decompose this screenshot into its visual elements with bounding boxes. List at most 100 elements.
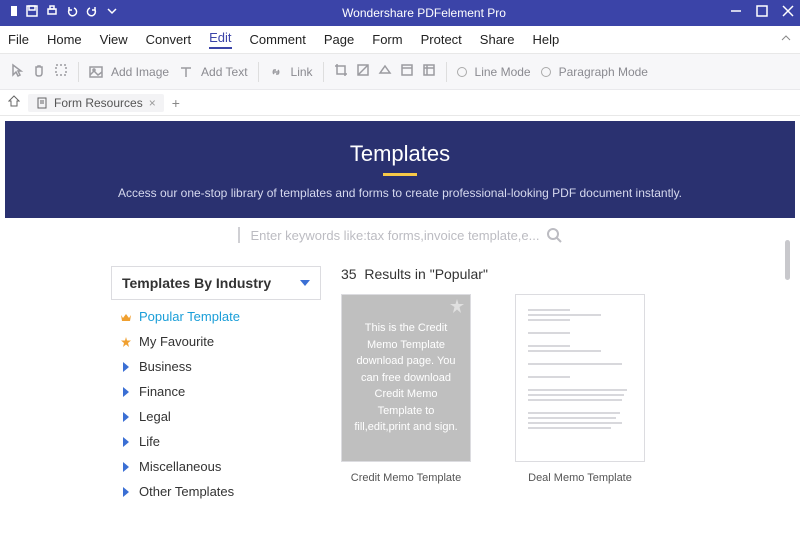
- results-label: Results in "Popular": [364, 266, 488, 282]
- menu-share[interactable]: Share: [480, 32, 515, 47]
- sidebar: Templates By Industry Popular Template M…: [111, 266, 321, 542]
- sidebar-item-label: Other Templates: [139, 484, 234, 499]
- sidebar-item-favourite[interactable]: My Favourite: [111, 329, 321, 354]
- menu-page[interactable]: Page: [324, 32, 354, 47]
- results-panel: 35 Results in "Popular" This is the Cred…: [341, 266, 789, 542]
- search-placeholder: Enter keywords like:tax forms,invoice te…: [250, 228, 539, 243]
- searchbar: Enter keywords like:tax forms,invoice te…: [5, 218, 795, 252]
- titlebar-more-icon[interactable]: [106, 4, 118, 22]
- new-tab-icon[interactable]: +: [172, 95, 180, 111]
- content: Templates By Industry Popular Template M…: [5, 252, 795, 542]
- caret-right-icon: [121, 487, 131, 497]
- link-label: Link: [291, 65, 313, 79]
- menu-edit[interactable]: Edit: [209, 30, 231, 49]
- sidebar-header[interactable]: Templates By Industry: [111, 266, 321, 300]
- sidebar-item-label: Legal: [139, 409, 171, 424]
- window-title: Wondershare PDFelement Pro: [118, 6, 730, 20]
- search-input[interactable]: Enter keywords like:tax forms,invoice te…: [238, 227, 561, 243]
- pointer-icon[interactable]: [10, 63, 24, 80]
- undo-icon[interactable]: [66, 4, 78, 22]
- menu-convert[interactable]: Convert: [146, 32, 192, 47]
- favourite-star-icon[interactable]: [450, 299, 464, 313]
- add-text-label: Add Text: [201, 65, 247, 79]
- caret-right-icon: [121, 387, 131, 397]
- redo-icon[interactable]: [86, 4, 98, 22]
- sidebar-item-label: Life: [139, 434, 160, 449]
- header-footer-icon[interactable]: [400, 63, 414, 80]
- bates-icon[interactable]: [422, 63, 436, 80]
- category-list: Popular Template My Favourite Business F…: [111, 304, 321, 504]
- home-tab-icon[interactable]: [8, 95, 20, 110]
- paragraph-mode-radio[interactable]: Paragraph Mode: [541, 65, 648, 79]
- close-button[interactable]: [782, 4, 794, 22]
- caret-right-icon: [121, 412, 131, 422]
- template-caption: Credit Memo Template: [341, 472, 471, 484]
- app-icon: [6, 4, 18, 22]
- search-icon: [546, 227, 562, 243]
- watermark-icon[interactable]: [356, 63, 370, 80]
- add-image-button[interactable]: Add Image: [89, 65, 169, 79]
- hero-banner: Templates Access our one-stop library of…: [5, 121, 795, 218]
- sidebar-item-life[interactable]: Life: [111, 429, 321, 454]
- sidebar-header-label: Templates By Industry: [122, 275, 271, 291]
- template-thumbnail: This is the Credit Memo Template downloa…: [341, 294, 471, 462]
- sidebar-item-finance[interactable]: Finance: [111, 379, 321, 404]
- maximize-button[interactable]: [756, 4, 768, 22]
- hero-title: Templates: [15, 141, 785, 167]
- toolbar: Add Image Add Text Link Line Mode Paragr…: [0, 54, 800, 90]
- link-button[interactable]: Link: [269, 65, 313, 79]
- template-card[interactable]: This is the Credit Memo Template downloa…: [341, 294, 471, 484]
- hand-icon[interactable]: [32, 63, 46, 80]
- menu-protect[interactable]: Protect: [421, 32, 462, 47]
- background-icon[interactable]: [378, 63, 392, 80]
- add-text-button[interactable]: Add Text: [179, 65, 247, 79]
- scrollbar[interactable]: [785, 240, 790, 280]
- template-preview-text: This is the Credit Memo Template downloa…: [354, 320, 458, 436]
- tabbar: Form Resources × +: [0, 90, 800, 116]
- line-mode-radio[interactable]: Line Mode: [457, 65, 531, 79]
- select-icon[interactable]: [54, 63, 68, 80]
- radio-icon: [541, 67, 551, 77]
- sidebar-item-label: Miscellaneous: [139, 459, 221, 474]
- chevron-down-icon: [300, 278, 310, 288]
- caret-right-icon: [121, 462, 131, 472]
- menu-form[interactable]: Form: [372, 32, 402, 47]
- radio-icon: [457, 67, 467, 77]
- star-icon: [121, 337, 131, 347]
- menu-view[interactable]: View: [100, 32, 128, 47]
- tab-form-resources[interactable]: Form Resources ×: [28, 94, 164, 112]
- template-card[interactable]: Deal Memo Template: [515, 294, 645, 484]
- sidebar-item-label: Business: [139, 359, 192, 374]
- sidebar-item-business[interactable]: Business: [111, 354, 321, 379]
- caret-right-icon: [121, 437, 131, 447]
- menu-help[interactable]: Help: [533, 32, 560, 47]
- line-mode-label: Line Mode: [475, 65, 531, 79]
- sidebar-item-misc[interactable]: Miscellaneous: [111, 454, 321, 479]
- sidebar-item-legal[interactable]: Legal: [111, 404, 321, 429]
- tab-label: Form Resources: [54, 96, 143, 110]
- add-image-label: Add Image: [111, 65, 169, 79]
- crown-icon: [121, 312, 131, 322]
- sidebar-item-label: Popular Template: [139, 309, 240, 324]
- results-header: 35 Results in "Popular": [341, 266, 789, 282]
- print-icon[interactable]: [46, 4, 58, 22]
- menu-comment[interactable]: Comment: [250, 32, 306, 47]
- crop-icon[interactable]: [334, 63, 348, 80]
- caret-right-icon: [121, 362, 131, 372]
- hero-underline: [383, 173, 417, 176]
- sidebar-item-label: Finance: [139, 384, 185, 399]
- hero-subtitle: Access our one-stop library of templates…: [15, 186, 785, 200]
- collapse-ribbon-icon[interactable]: [780, 32, 792, 47]
- menu-home[interactable]: Home: [47, 32, 82, 47]
- sidebar-item-other[interactable]: Other Templates: [111, 479, 321, 504]
- paragraph-mode-label: Paragraph Mode: [559, 65, 648, 79]
- minimize-button[interactable]: [730, 4, 742, 22]
- results-count: 35: [341, 266, 357, 282]
- tab-close-icon[interactable]: ×: [149, 96, 156, 110]
- sidebar-item-label: My Favourite: [139, 334, 214, 349]
- save-icon[interactable]: [26, 4, 38, 22]
- menubar: File Home View Convert Edit Comment Page…: [0, 26, 800, 54]
- template-thumbnail: [515, 294, 645, 462]
- sidebar-item-popular[interactable]: Popular Template: [111, 304, 321, 329]
- menu-file[interactable]: File: [8, 32, 29, 47]
